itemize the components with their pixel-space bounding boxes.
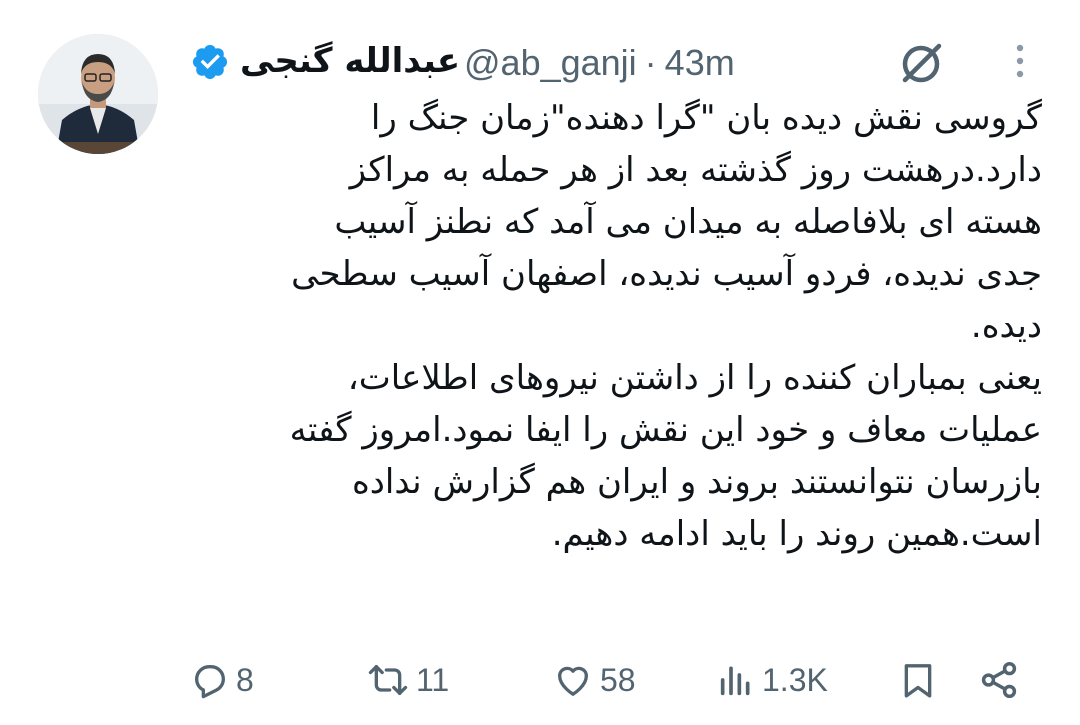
share-button[interactable] bbox=[978, 650, 1020, 710]
tweet-text-line: دیده. bbox=[970, 306, 1042, 346]
bookmark-button[interactable] bbox=[898, 650, 938, 710]
avatar[interactable] bbox=[38, 34, 158, 154]
reply-icon bbox=[190, 660, 230, 700]
views-button[interactable]: 1.3K bbox=[716, 650, 828, 710]
like-button[interactable]: 58 bbox=[552, 650, 636, 710]
tweet-text-line: دارد.درهشت روز گذشته بعد از هر حمله به م… bbox=[349, 150, 1042, 190]
tweet-text-line: گروسی نقش دیده بان "گرا دهنده"زمان جنگ ر… bbox=[370, 98, 1042, 138]
bookmark-icon bbox=[898, 659, 938, 701]
like-count: 58 bbox=[600, 661, 636, 698]
handle[interactable]: @ab_ganji bbox=[464, 42, 637, 83]
reply-button[interactable]: 8 bbox=[190, 650, 254, 710]
heart-icon bbox=[552, 660, 594, 700]
tweet-text-line: بازرسان نتوانستند بروند و ایران هم گزارش… bbox=[351, 462, 1042, 502]
share-icon bbox=[978, 659, 1020, 701]
tweet-text-line: یعنی بمباران کننده را از داشتن نیروهای ا… bbox=[347, 358, 1042, 398]
tweet-meta: @ab_ganji · 43m bbox=[464, 40, 735, 86]
tweet[interactable]: عبدالله گنجی @ab_ganji · 43m گروسی نقش دید… bbox=[0, 0, 1080, 725]
verified-badge-icon bbox=[190, 42, 230, 82]
retweet-icon bbox=[366, 660, 410, 700]
tweet-header: عبدالله گنجی @ab_ganji · 43m bbox=[180, 38, 1000, 88]
action-bar: 8 11 58 1.3K bbox=[0, 650, 1080, 710]
more-icon[interactable] bbox=[1005, 42, 1035, 82]
grok-icon[interactable] bbox=[895, 38, 947, 90]
views-icon bbox=[716, 660, 756, 700]
tweet-text-line: هسته ای بلافاصله به میدان می آمد که نطنز… bbox=[334, 202, 1042, 242]
tweet-text-line: عملیات معاف و خود این نقش را ایفا نمود.ا… bbox=[289, 410, 1042, 450]
display-name[interactable]: عبدالله گنجی bbox=[240, 38, 460, 84]
timestamp[interactable]: 43m bbox=[665, 42, 735, 83]
retweet-button[interactable]: 11 bbox=[366, 650, 449, 710]
retweet-count: 11 bbox=[416, 661, 450, 698]
tweet-text-line: جدی ندیده، فردو آسیب ندیده، اصفهان آسیب … bbox=[291, 254, 1042, 294]
meta-separator: · bbox=[644, 42, 657, 83]
reply-count: 8 bbox=[236, 661, 254, 698]
tweet-text: گروسی نقش دیده بان "گرا دهنده"زمان جنگ ر… bbox=[182, 92, 1042, 560]
views-count: 1.3K bbox=[762, 661, 828, 698]
tweet-text-line: است.همین روند را باید ادامه دهیم. bbox=[551, 514, 1042, 554]
